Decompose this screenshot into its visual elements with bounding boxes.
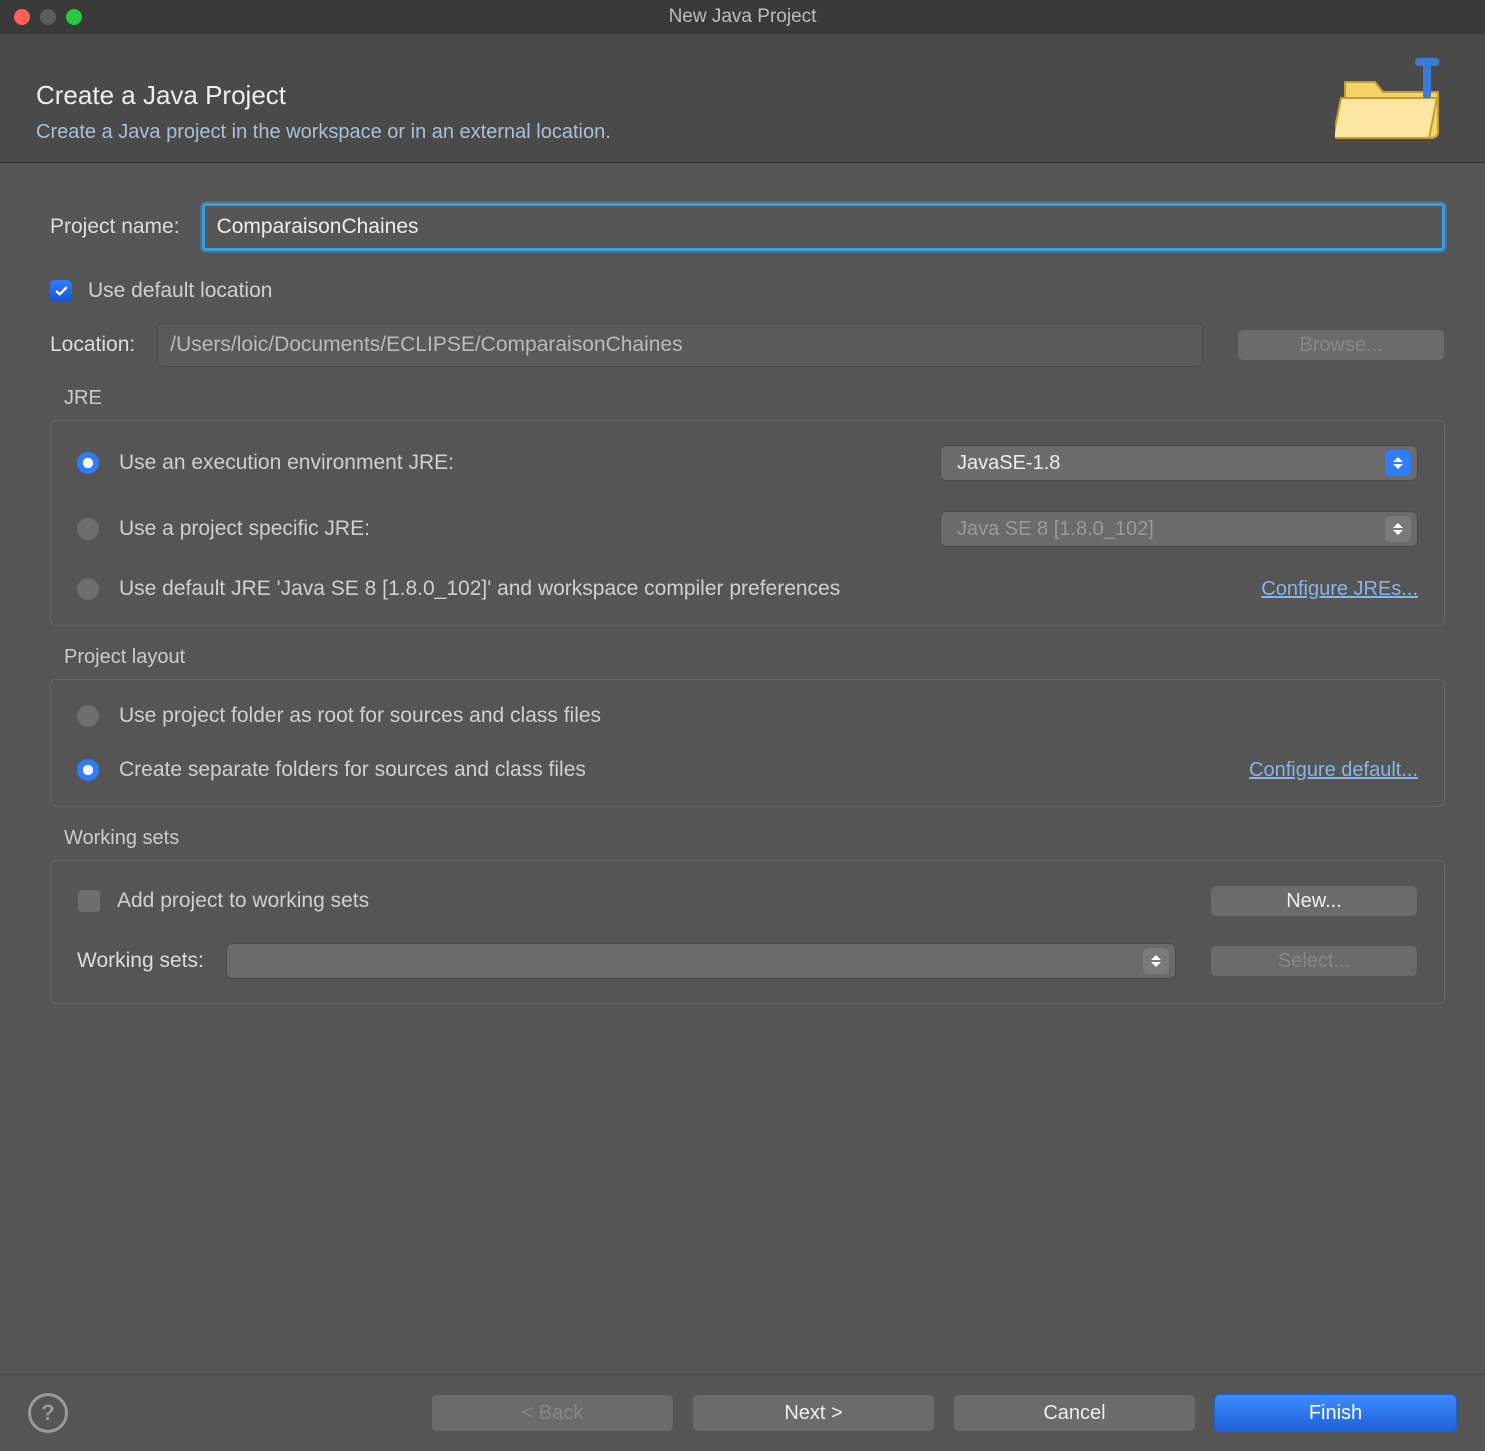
workingsets-group-label: Working sets [64, 827, 1445, 850]
project-jre-select: Java SE 8 [1.8.0_102] [940, 511, 1418, 547]
exec-env-select-value: JavaSE-1.8 [957, 452, 1060, 475]
project-name-label: Project name: [50, 215, 180, 239]
cancel-button[interactable]: Cancel [953, 1394, 1196, 1432]
new-workingset-button[interactable]: New... [1210, 885, 1418, 917]
add-workingset-checkbox[interactable] [77, 889, 101, 913]
next-button[interactable]: Next > [692, 1394, 935, 1432]
default-location-checkbox[interactable] [50, 280, 72, 302]
select-workingset-button: Select... [1210, 945, 1418, 977]
project-folder-icon [1335, 54, 1455, 144]
help-icon[interactable]: ? [28, 1393, 68, 1433]
configure-default-link[interactable]: Configure default... [1249, 759, 1418, 782]
project-jre-radio[interactable] [77, 518, 99, 540]
updown-icon [1143, 948, 1169, 974]
traffic-lights [14, 9, 82, 25]
project-jre-select-value: Java SE 8 [1.8.0_102] [957, 518, 1154, 541]
location-input [157, 323, 1203, 367]
zoom-window-button[interactable] [66, 9, 82, 25]
location-label: Location: [50, 333, 135, 357]
layout-root-label: Use project folder as root for sources a… [119, 704, 601, 728]
configure-jres-link[interactable]: Configure JREs... [1261, 578, 1418, 601]
wizard-footer: ? < Back Next > Cancel Finish [0, 1374, 1485, 1451]
workingsets-label: Working sets: [77, 949, 204, 973]
wizard-header: Create a Java Project Create a Java proj… [0, 34, 1485, 163]
project-jre-label: Use a project specific JRE: [119, 517, 370, 541]
exec-env-radio[interactable] [77, 452, 99, 474]
layout-group: Use project folder as root for sources a… [50, 679, 1445, 807]
default-jre-label: Use default JRE 'Java SE 8 [1.8.0_102]' … [119, 577, 840, 601]
add-workingset-label: Add project to working sets [117, 889, 369, 913]
window-title: New Java Project [0, 6, 1485, 28]
minimize-window-button[interactable] [40, 9, 56, 25]
default-jre-radio[interactable] [77, 578, 99, 600]
page-subtitle: Create a Java project in the workspace o… [36, 121, 611, 144]
back-button: < Back [431, 1394, 674, 1432]
project-name-input[interactable] [202, 203, 1445, 251]
layout-group-label: Project layout [64, 646, 1445, 669]
finish-button[interactable]: Finish [1214, 1394, 1457, 1432]
exec-env-label: Use an execution environment JRE: [119, 451, 454, 475]
updown-icon [1385, 450, 1411, 476]
default-location-label: Use default location [88, 279, 272, 303]
page-title: Create a Java Project [36, 80, 611, 111]
layout-root-radio[interactable] [77, 705, 99, 727]
workingsets-group: Add project to working sets New... Worki… [50, 860, 1445, 1004]
dialog-window: New Java Project Create a Java Project C… [0, 0, 1485, 1451]
wizard-content: Project name: Use default location Locat… [0, 163, 1485, 1374]
close-window-button[interactable] [14, 9, 30, 25]
workingsets-select [226, 943, 1176, 979]
exec-env-select[interactable]: JavaSE-1.8 [940, 445, 1418, 481]
jre-group: Use an execution environment JRE: JavaSE… [50, 420, 1445, 626]
layout-separate-radio[interactable] [77, 759, 99, 781]
jre-group-label: JRE [64, 387, 1445, 410]
updown-icon [1385, 516, 1411, 542]
layout-separate-label: Create separate folders for sources and … [119, 758, 586, 782]
titlebar: New Java Project [0, 0, 1485, 34]
browse-button: Browse... [1237, 329, 1445, 361]
